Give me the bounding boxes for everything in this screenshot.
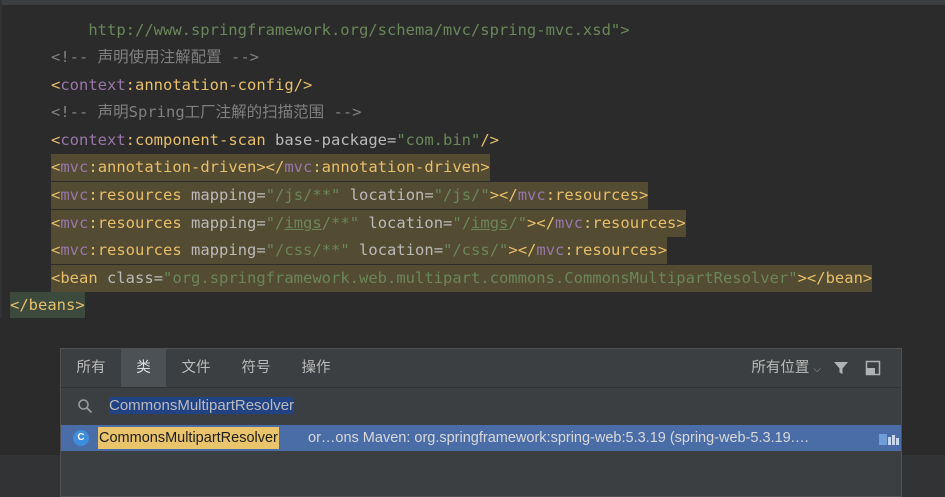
- search-row: CommonsMultipartResolver: [61, 388, 901, 424]
- tab-classes[interactable]: 类: [121, 349, 166, 387]
- search-result-row[interactable]: C CommonsMultipartResolver or…ons Maven:…: [61, 425, 901, 451]
- code-line-annotation-config[interactable]: <context:annotation-config/>: [51, 72, 312, 99]
- code-line-schema-url[interactable]: http://www.springframework.org/schema/mv…: [51, 17, 629, 44]
- code-line-comment-annotation[interactable]: <!-- 声明使用注解配置 -->: [51, 44, 259, 71]
- editor-gutter: [0, 0, 2, 318]
- chevron-down-icon: ⌵: [813, 364, 821, 375]
- code-line-bean-multipart[interactable]: <bean class="org.springframework.web.mul…: [51, 265, 873, 292]
- result-location: or…ons Maven: org.springframework:spring…: [308, 430, 810, 446]
- code-line-resources-js[interactable]: <mvc:resources mapping="/js/**" location…: [51, 182, 649, 209]
- tab-all[interactable]: 所有: [61, 349, 121, 387]
- code-line-component-scan[interactable]: <context:component-scan base-package="co…: [51, 127, 499, 154]
- search-everywhere-popup: 所有 类 文件 符号 操作 所有位置 ⌵ CommonsMultipartReso…: [60, 348, 902, 497]
- editor-top-edge: [0, 0, 945, 5]
- code-line-comment-scan[interactable]: <!-- 声明Spring工厂注解的扫描范围 -->: [51, 99, 361, 126]
- code-line-resources-imgs[interactable]: <mvc:resources mapping="/imgs/**" locati…: [51, 210, 686, 237]
- class-icon: C: [73, 430, 89, 446]
- search-tabs: 所有 类 文件 符号 操作 所有位置 ⌵: [61, 349, 901, 388]
- preview-panel-icon[interactable]: [865, 360, 881, 376]
- code-line-resources-css[interactable]: <mvc:resources mapping="/css/**" locatio…: [51, 237, 668, 264]
- search-input-value: CommonsMultipartResolver: [109, 397, 295, 414]
- code-editor[interactable]: http://www.springframework.org/schema/mv…: [0, 0, 945, 319]
- result-class-name: CommonsMultipartResolver: [98, 427, 279, 449]
- code-line-annotation-driven[interactable]: <mvc:annotation-driven></mvc:annotation-…: [51, 154, 490, 181]
- scope-label: 所有位置: [751, 360, 810, 376]
- scope-dropdown[interactable]: 所有位置 ⌵: [751, 349, 821, 387]
- tab-symbols[interactable]: 符号: [226, 349, 286, 387]
- tab-files[interactable]: 文件: [166, 349, 226, 387]
- search-icon: [78, 399, 93, 414]
- library-jar-icon: [879, 434, 899, 445]
- tab-actions[interactable]: 操作: [286, 349, 346, 387]
- search-input[interactable]: CommonsMultipartResolver: [109, 394, 869, 418]
- code-line-beans-close[interactable]: </beans>: [10, 292, 85, 319]
- filter-icon[interactable]: [833, 360, 849, 376]
